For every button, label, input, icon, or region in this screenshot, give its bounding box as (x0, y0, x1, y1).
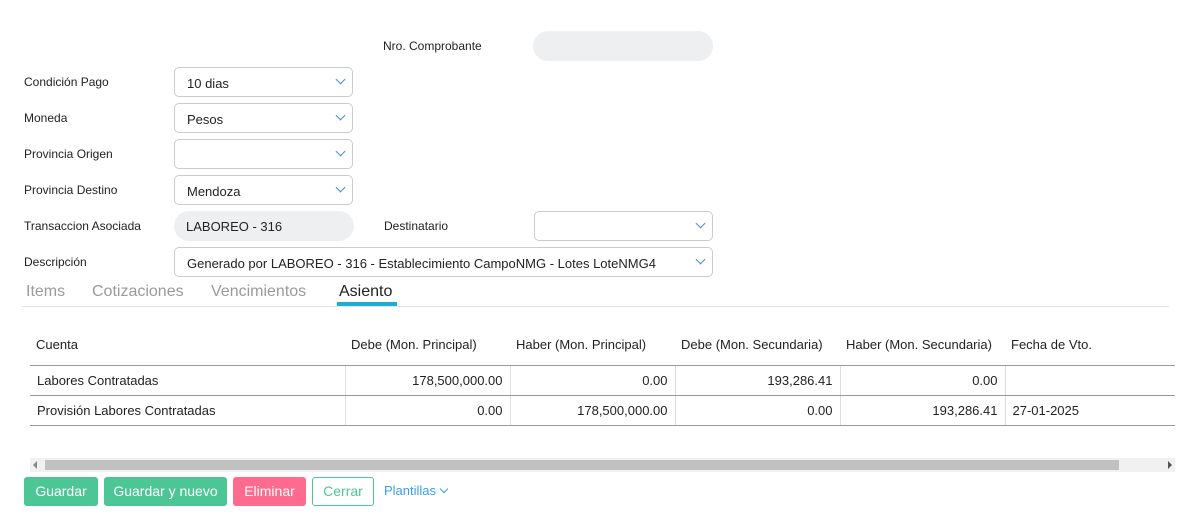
chevron-down-icon (439, 484, 449, 494)
chevron-down-icon (695, 254, 706, 265)
tab-vencimientos[interactable]: Vencimientos (211, 283, 306, 301)
chevron-down-icon (695, 218, 706, 229)
guardar-button[interactable]: Guardar (24, 477, 98, 506)
table-header-row: Cuenta Debe (Mon. Principal) Haber (Mon.… (30, 325, 1175, 366)
cell-debe-principal: 0.00 (345, 395, 511, 426)
cell-haber-secundaria: 193,286.41 (840, 395, 1006, 426)
cell-debe-principal: 178,500,000.00 (345, 365, 511, 396)
condicion-pago-select[interactable]: 10 dias (174, 67, 353, 97)
tabs-divider (22, 306, 1169, 307)
table-row: Provisión Labores Contratadas 0.00 178,5… (30, 395, 1175, 426)
moneda-value: Pesos (187, 112, 224, 127)
cell-fecha-vto: 27-01-2025 (1005, 395, 1175, 426)
destinatario-select[interactable] (534, 211, 713, 241)
tab-cotizaciones[interactable]: Cotizaciones (92, 283, 184, 301)
descripcion-value: Generado por LABOREO - 316 - Establecimi… (187, 256, 656, 271)
cell-debe-secundaria: 0.00 (675, 395, 841, 426)
table-row: Labores Contratadas 178,500,000.00 0.00 … (30, 365, 1175, 396)
provincia-destino-select[interactable]: Mendoza (174, 175, 353, 205)
chevron-down-icon (335, 110, 346, 121)
cell-fecha-vto (1005, 365, 1175, 396)
cell-cuenta: Provisión Labores Contratadas (30, 395, 346, 426)
chevron-down-icon (335, 146, 346, 157)
cell-haber-principal: 0.00 (510, 365, 676, 396)
tab-asiento[interactable]: Asiento (339, 283, 392, 301)
guardar-nuevo-button[interactable]: Guardar y nuevo (104, 477, 227, 506)
cell-haber-secundaria: 0.00 (840, 365, 1006, 396)
cell-cuenta: Labores Contratadas (30, 365, 346, 396)
descripcion-label: Descripción (24, 255, 87, 269)
transaccion-label: Transaccion Asociada (24, 219, 141, 233)
scrollbar-thumb[interactable] (45, 460, 1119, 470)
scroll-left-icon[interactable] (33, 461, 37, 469)
condicion-pago-value: 10 dias (187, 76, 229, 91)
chevron-down-icon (335, 74, 346, 85)
horizontal-scrollbar[interactable] (30, 458, 1175, 472)
col-debe-secundaria: Debe (Mon. Secundaria) (675, 325, 840, 366)
provincia-origen-label: Provincia Origen (24, 147, 113, 161)
cell-debe-secundaria: 193,286.41 (675, 365, 841, 396)
eliminar-button[interactable]: Eliminar (233, 477, 306, 506)
col-debe-principal: Debe (Mon. Principal) (345, 325, 510, 366)
plantillas-label: Plantillas (384, 483, 437, 498)
provincia-origen-select[interactable] (174, 139, 353, 169)
moneda-select[interactable]: Pesos (174, 103, 353, 133)
plantillas-dropdown[interactable]: Plantillas (384, 483, 449, 498)
moneda-label: Moneda (24, 111, 68, 125)
cell-haber-principal: 178,500,000.00 (510, 395, 676, 426)
destinatario-label: Destinatario (384, 219, 449, 233)
col-haber-principal: Haber (Mon. Principal) (510, 325, 675, 366)
nro-comprobante-field (533, 31, 713, 61)
scroll-right-icon[interactable] (1168, 461, 1172, 469)
col-cuenta: Cuenta (30, 325, 345, 366)
condicion-pago-label: Condición Pago (24, 75, 109, 89)
descripcion-select[interactable]: Generado por LABOREO - 316 - Establecimi… (174, 247, 713, 277)
col-fecha-vto: Fecha de Vto. (1005, 325, 1175, 366)
provincia-destino-value: Mendoza (187, 184, 241, 199)
chevron-down-icon (335, 182, 346, 193)
col-haber-secundaria: Haber (Mon. Secundaria) (840, 325, 1005, 366)
asiento-table: Cuenta Debe (Mon. Principal) Haber (Mon.… (30, 325, 1175, 426)
nro-comprobante-label: Nro. Comprobante (383, 39, 482, 53)
provincia-destino-label: Provincia Destino (24, 183, 118, 197)
transaccion-field: LABOREO - 316 (174, 211, 354, 241)
tab-items[interactable]: Items (26, 283, 65, 301)
cerrar-button[interactable]: Cerrar (312, 477, 374, 506)
